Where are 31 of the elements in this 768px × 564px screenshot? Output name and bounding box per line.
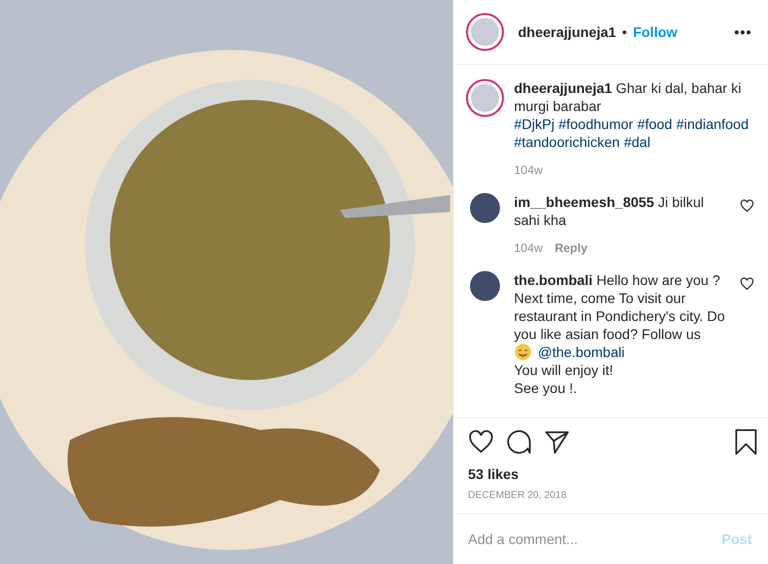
hashtag-link[interactable]: #dal (624, 133, 650, 151)
hashtag-link[interactable]: #indianfood (676, 115, 749, 133)
heart-icon[interactable] (740, 199, 754, 213)
comment-age: 104w (514, 240, 543, 257)
mention-link[interactable]: @the.bombali (538, 343, 625, 361)
hashtag-link[interactable]: #DjkPj (514, 115, 554, 133)
comment-input-field[interactable]: Add a comment... (468, 527, 718, 551)
username[interactable]: dheerajjuneja1 (518, 24, 616, 40)
separator-dot: • (622, 24, 627, 40)
comment-text: the.bombali Hello how are you ? Next time, come To visit our restaurant in Pondichery's city. Do you like asian food? Follow us (514, 271, 726, 343)
post-age: 104w (514, 162, 543, 179)
smiley-icon (514, 343, 532, 361)
heart-icon[interactable] (468, 429, 494, 455)
avatar[interactable] (466, 79, 504, 117)
bookmark-icon[interactable] (734, 429, 758, 455)
hashtag-link[interactable]: #tandoorichicken (514, 133, 620, 151)
hashtag-link[interactable]: #food (637, 115, 672, 133)
heart-icon[interactable] (740, 277, 754, 291)
post-date: DECEMBER 20, 2018 (467, 489, 568, 503)
comment-text: See you !. (514, 379, 578, 397)
more-options[interactable]: ••• (734, 24, 752, 40)
caption-text: dheerajjuneja1 Ghar ki dal, bahar ki murgi barabar (514, 79, 742, 115)
avatar[interactable] (466, 13, 504, 51)
comment-text: im__bheemesh_8055 Ji bilkul sahi kha (514, 193, 705, 229)
like-count[interactable]: 53 likes (454, 466, 768, 482)
comment-icon[interactable] (506, 429, 532, 455)
comment-text: You will enjoy it! (514, 361, 614, 379)
avatar[interactable] (470, 271, 500, 301)
avatar[interactable] (470, 193, 500, 223)
share-icon[interactable] (544, 429, 570, 455)
hashtag-link[interactable]: #foodhumor (558, 115, 634, 133)
